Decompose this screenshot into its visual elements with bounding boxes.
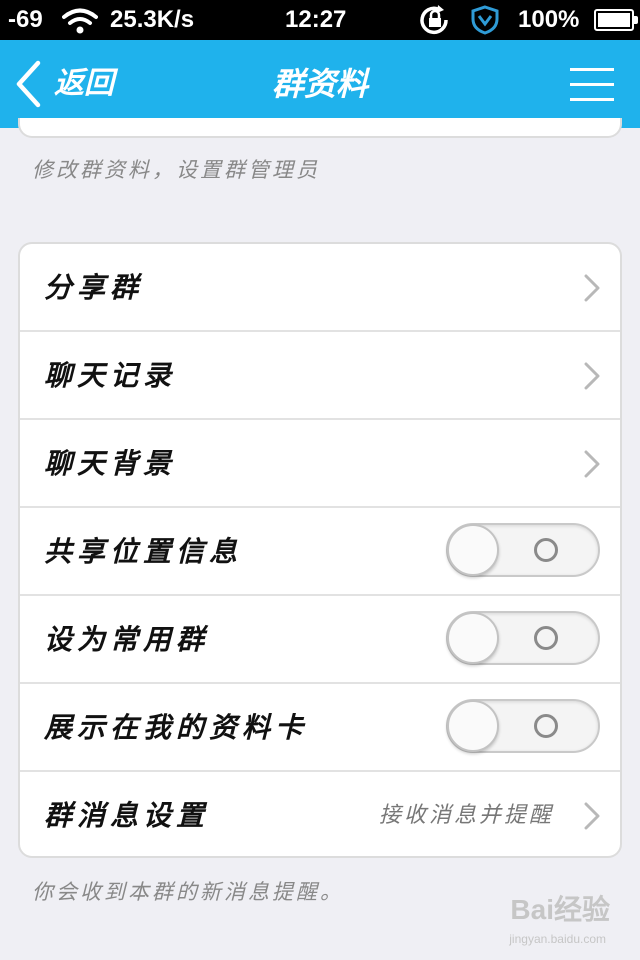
set-frequent-toggle[interactable] — [446, 611, 600, 665]
chevron-right-icon — [584, 274, 600, 306]
settings-card: 分享群 聊天记录 聊天背景 共享位置信息 设为常用群 展示在我的资料卡 群消息设… — [18, 242, 622, 858]
status-bar: -69 25.3K/s 12:27 100% — [0, 0, 640, 40]
set-frequent-row: 设为常用群 — [20, 596, 620, 684]
show-on-card-label: 展示在我的资料卡 — [44, 711, 309, 744]
signal-strength: -69 — [8, 6, 43, 33]
clock: 12:27 — [285, 6, 347, 33]
share-group-label: 分享群 — [44, 271, 144, 304]
toggle-knob — [447, 524, 499, 576]
toggle-off-icon — [534, 626, 558, 650]
rotation-lock-icon — [418, 5, 452, 42]
message-settings-label: 群消息设置 — [44, 799, 210, 832]
set-frequent-label: 设为常用群 — [44, 623, 210, 656]
battery-percent: 100% — [518, 6, 580, 33]
menu-icon[interactable] — [570, 66, 614, 102]
toggle-knob — [447, 700, 499, 752]
chat-history-row[interactable]: 聊天记录 — [20, 332, 620, 420]
toggle-off-icon — [534, 538, 558, 562]
battery-icon — [594, 9, 638, 31]
previous-card-edge — [18, 118, 622, 138]
watermark-url: jingyan.baidu.com — [509, 932, 606, 946]
navigation-bar: 返回 群资料 — [0, 40, 640, 128]
chevron-right-icon — [584, 362, 600, 394]
shield-icon — [470, 5, 500, 42]
section-note-bottom: 你会收到本群的新消息提醒。 — [32, 880, 344, 904]
chat-background-label: 聊天背景 — [44, 447, 177, 480]
message-settings-value: 接收消息并提醒 — [378, 803, 554, 828]
chevron-right-icon — [584, 450, 600, 482]
chat-background-row[interactable]: 聊天背景 — [20, 420, 620, 508]
chevron-right-icon — [584, 802, 600, 834]
toggle-knob — [447, 612, 499, 664]
page-title: 群资料 — [271, 65, 368, 103]
toggle-off-icon — [534, 714, 558, 738]
watermark-logo: Bai经验 — [510, 894, 610, 925]
message-settings-row[interactable]: 群消息设置 接收消息并提醒 — [20, 772, 620, 856]
share-location-toggle[interactable] — [446, 523, 600, 577]
show-on-card-toggle[interactable] — [446, 699, 600, 753]
show-on-card-row: 展示在我的资料卡 — [20, 684, 620, 772]
network-speed: 25.3K/s — [110, 6, 195, 33]
share-group-row[interactable]: 分享群 — [20, 244, 620, 332]
wifi-icon — [62, 8, 98, 41]
share-location-row: 共享位置信息 — [20, 508, 620, 596]
chat-history-label: 聊天记录 — [44, 359, 177, 392]
section-note-top: 修改群资料，设置群管理员 — [32, 158, 320, 182]
share-location-label: 共享位置信息 — [44, 535, 243, 568]
